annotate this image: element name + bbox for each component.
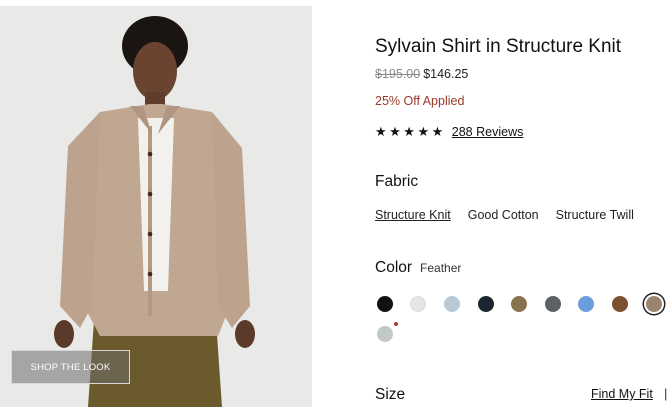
color-heading-row: Color Feather xyxy=(375,259,461,277)
size-heading: Size xyxy=(375,386,406,403)
product-title: Sylvain Shirt in Structure Knit xyxy=(375,36,622,57)
color-swatch-4[interactable] xyxy=(478,296,494,312)
color-swatch-9[interactable] xyxy=(646,296,662,312)
shop-the-look-button[interactable]: SHOP THE LOOK xyxy=(11,350,130,384)
model-illustration xyxy=(0,6,312,407)
color-swatch-8[interactable] xyxy=(612,296,628,312)
separator: | xyxy=(664,386,668,401)
fabric-option-structure-twill[interactable]: Structure Twill xyxy=(556,208,634,222)
original-price: $195.00 xyxy=(375,67,421,81)
product-image[interactable]: SHOP THE LOOK xyxy=(0,6,312,407)
find-my-fit-link[interactable]: Find My Fit xyxy=(591,387,653,401)
color-heading: Color xyxy=(375,259,413,276)
new-color-indicator xyxy=(394,322,398,326)
reviews-link[interactable]: 288 Reviews xyxy=(452,125,524,139)
color-swatch-6[interactable] xyxy=(545,296,561,312)
sale-price: $146.25 xyxy=(423,67,469,81)
fabric-option-good-cotton[interactable]: Good Cotton xyxy=(468,208,539,222)
fabric-options: Structure Knit Good Cotton Structure Twi… xyxy=(375,208,634,222)
color-swatch-3[interactable] xyxy=(444,296,460,312)
color-swatch-5[interactable] xyxy=(511,296,527,312)
color-swatch-2[interactable] xyxy=(410,296,426,312)
color-swatch-10[interactable] xyxy=(377,326,393,342)
price-row: $195.00 $146.25 xyxy=(375,67,468,81)
product-info: Sylvain Shirt in Structure Knit $195.00 $… xyxy=(375,0,671,407)
selected-color-name: Feather xyxy=(420,261,462,275)
color-swatch-1[interactable] xyxy=(377,296,393,312)
fabric-option-structure-knit[interactable]: Structure Knit xyxy=(375,208,451,222)
fabric-heading: Fabric xyxy=(375,173,419,190)
discount-label: 25% Off Applied xyxy=(375,94,465,108)
star-rating-icons: ★★★★★ xyxy=(375,124,446,139)
color-swatch-7[interactable] xyxy=(578,296,594,312)
rating-row: ★★★★★ 288 Reviews xyxy=(375,124,523,140)
